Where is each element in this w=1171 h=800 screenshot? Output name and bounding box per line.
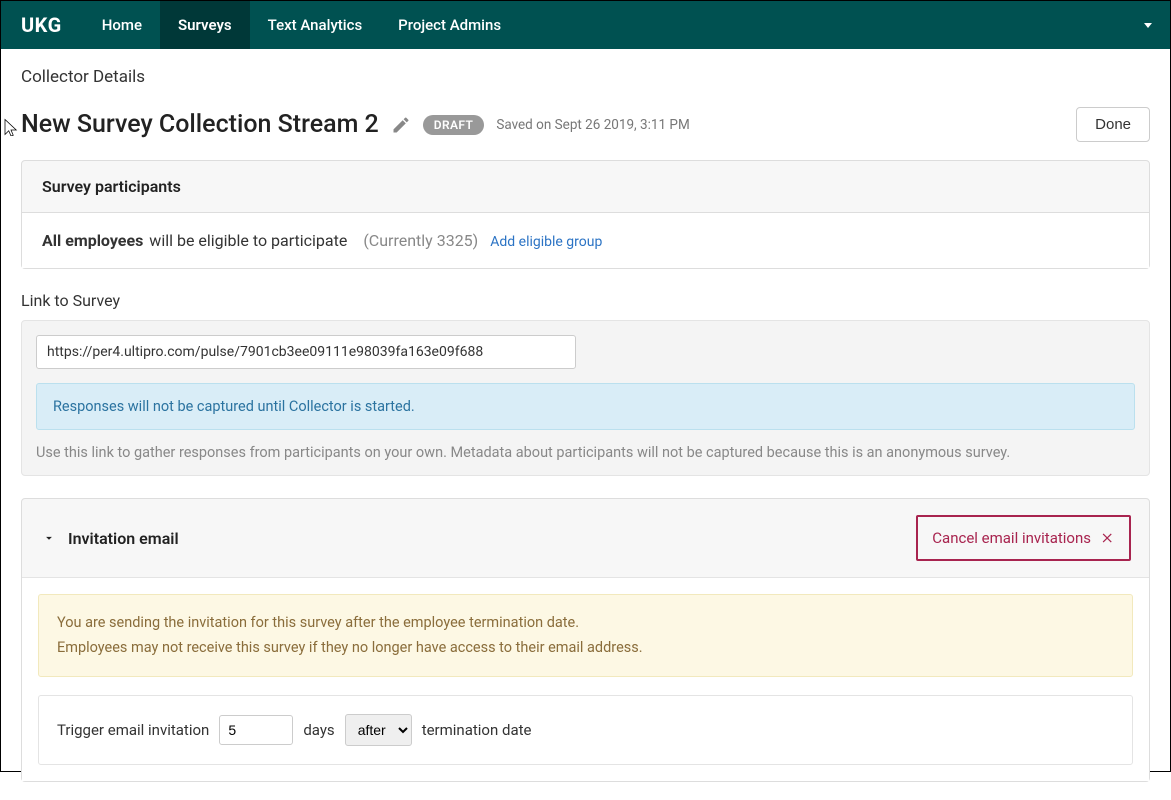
invitation-panel: Invitation email Cancel email invitation… bbox=[21, 498, 1150, 782]
link-section-label: Link to Survey bbox=[21, 291, 1150, 310]
participants-scope: All employees bbox=[42, 231, 143, 250]
participants-header: Survey participants bbox=[22, 161, 1149, 213]
info-alert: Responses will not be captured until Col… bbox=[36, 383, 1135, 430]
nav-text-analytics[interactable]: Text Analytics bbox=[250, 1, 381, 49]
participants-text: will be eligible to participate bbox=[149, 231, 347, 250]
add-eligible-group-link[interactable]: Add eligible group bbox=[490, 234, 602, 250]
trigger-days-input[interactable] bbox=[219, 715, 293, 745]
nav-project-admins[interactable]: Project Admins bbox=[380, 1, 519, 49]
brand-logo: UKG bbox=[1, 1, 84, 49]
link-section: Responses will not be captured until Col… bbox=[21, 320, 1150, 476]
trigger-suffix: termination date bbox=[422, 721, 532, 739]
nav-surveys[interactable]: Surveys bbox=[160, 1, 250, 49]
caret-down-icon bbox=[1144, 23, 1152, 28]
nav-home[interactable]: Home bbox=[84, 1, 160, 49]
cancel-email-invitations-link[interactable]: Cancel email invitations bbox=[932, 529, 1115, 547]
top-nav: UKG Home Surveys Text Analytics Project … bbox=[1, 1, 1170, 49]
trigger-row: Trigger email invitation days after term… bbox=[38, 695, 1133, 765]
trigger-when-select[interactable]: after bbox=[345, 714, 412, 746]
breadcrumb: Collector Details bbox=[21, 67, 1150, 87]
cancel-email-invitations-label: Cancel email invitations bbox=[932, 529, 1091, 547]
warning-line-1: You are sending the invitation for this … bbox=[57, 611, 1114, 636]
user-menu[interactable] bbox=[1126, 1, 1170, 49]
survey-url-input[interactable] bbox=[36, 335, 576, 369]
status-badge: DRAFT bbox=[423, 115, 485, 135]
chevron-down-icon[interactable] bbox=[42, 531, 56, 545]
invitation-header: Invitation email bbox=[68, 529, 179, 548]
cancel-invitations-highlight: Cancel email invitations bbox=[916, 515, 1131, 561]
warning-line-2: Employees may not receive this survey if… bbox=[57, 636, 1114, 661]
participants-panel: Survey participants All employees will b… bbox=[21, 160, 1150, 269]
done-button[interactable]: Done bbox=[1076, 107, 1150, 142]
link-help-text: Use this link to gather responses from p… bbox=[36, 444, 1135, 461]
trigger-days-label: days bbox=[303, 721, 334, 739]
edit-icon[interactable] bbox=[391, 115, 411, 135]
invitation-header-row: Invitation email Cancel email invitation… bbox=[22, 499, 1149, 578]
close-icon bbox=[1101, 531, 1115, 545]
participants-count: (Currently 3325) bbox=[363, 231, 478, 250]
trigger-prefix: Trigger email invitation bbox=[57, 721, 209, 739]
page-title: New Survey Collection Stream 2 bbox=[21, 110, 379, 139]
warning-alert: You are sending the invitation for this … bbox=[38, 594, 1133, 677]
saved-timestamp: Saved on Sept 26 2019, 3:11 PM bbox=[496, 117, 689, 133]
